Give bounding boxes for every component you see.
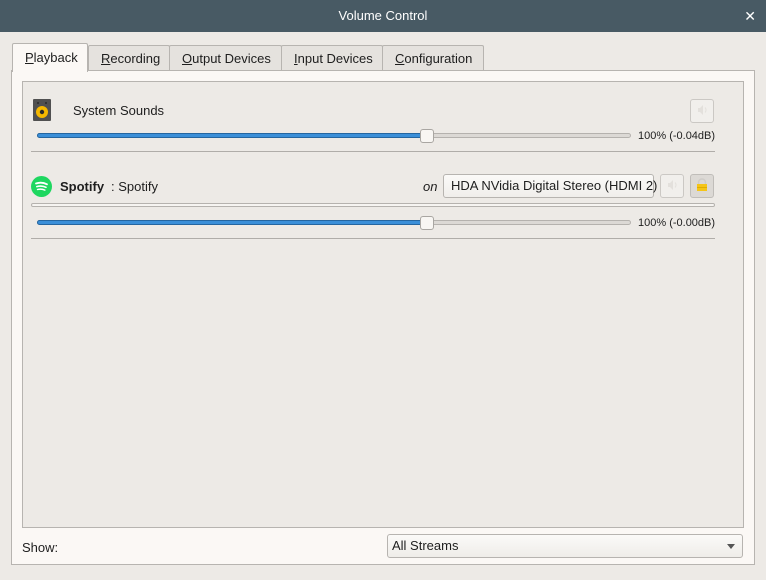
volume-slider[interactable] [37,128,631,144]
mute-button[interactable] [660,174,684,198]
volume-label: 100% (-0.04dB) [638,130,716,142]
tab-output-devices[interactable]: Output Devices [169,45,282,71]
stream-name: : Spotify [111,179,158,194]
dropdown-value: All Streams [392,538,459,553]
stream-spotify: Spotify : Spotify on HDA NVidia Digital … [31,168,715,248]
title-bar: Volume Control ✕ [0,0,766,32]
divider [31,238,715,239]
slider-fill [37,220,427,225]
window-title: Volume Control [338,8,428,23]
speaker-icon [33,99,51,121]
stream-name: System Sounds [73,103,165,118]
app-name: Spotify [60,179,105,194]
close-icon[interactable]: ✕ [744,0,756,32]
tab-playback[interactable]: Playback [12,43,88,72]
spotify-icon [31,176,52,197]
playback-panel: System Sounds 100% (-0.04dB) Spotify: S… [11,70,755,565]
lock-channels-button[interactable] [690,174,714,198]
output-device-button[interactable]: HDA NVidia Digital Stereo (HDMI 2) [443,174,657,198]
chevron-down-icon [727,544,735,549]
show-streams-dropdown[interactable]: All Streams [387,534,743,558]
tab-input-devices[interactable]: Input Devices [281,45,383,71]
slider-fill [37,133,427,138]
channel-separator-bar [31,203,715,207]
on-label: on [423,179,438,194]
tab-configuration[interactable]: Configuration [382,45,484,71]
show-label: Show: [22,540,59,555]
speaker-mute-icon [666,179,678,194]
stream-system-sounds: System Sounds 100% (-0.04dB) [31,82,715,152]
mute-button[interactable] [690,99,714,123]
tab-recording[interactable]: Recording [88,45,170,71]
volume-label: 100% (-0.00dB) [638,217,716,229]
slider-handle[interactable] [420,129,434,143]
volume-slider[interactable] [37,215,631,231]
streams-list: System Sounds 100% (-0.04dB) Spotify: S… [22,81,744,528]
speaker-mute-icon [696,104,708,119]
divider [31,151,715,152]
lock-icon [695,177,709,195]
slider-handle[interactable] [420,216,434,230]
